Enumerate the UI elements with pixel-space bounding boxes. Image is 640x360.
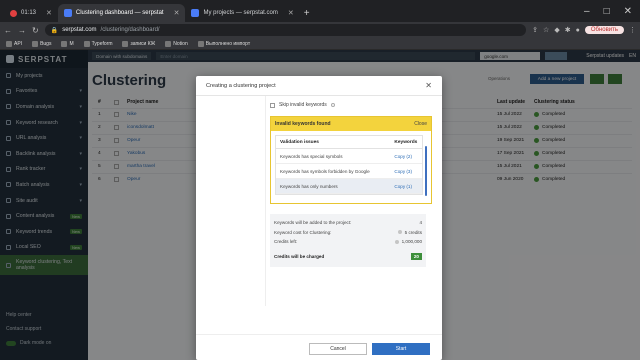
bookmarks-bar: API Bugs M Typeform записи КЖ Notion Вып… — [0, 38, 640, 50]
extension-icon[interactable]: ◆ — [554, 26, 559, 34]
start-button[interactable]: Start — [372, 343, 430, 355]
bookmark[interactable]: Bugs — [32, 40, 51, 47]
url-path: /clustering/dashboard/ — [100, 27, 160, 33]
serpstat-favicon — [63, 9, 72, 17]
close-icon[interactable]: ✕ — [174, 9, 180, 17]
serpstat-favicon — [191, 9, 200, 17]
close-icon[interactable]: ✕ — [288, 9, 294, 17]
puzzle-icon[interactable]: ✱ — [565, 26, 571, 34]
bookmark[interactable]: M — [61, 40, 74, 47]
dialog-footer: Cancel Start — [196, 334, 442, 360]
bookmark[interactable]: Notion — [165, 40, 188, 47]
close-icon[interactable]: ✕ — [425, 81, 432, 90]
bookmark[interactable]: записи КЖ — [122, 40, 155, 47]
keywords-added-line: Keywords will be added to the project: 4 — [274, 220, 422, 226]
validation-table-header: Validation issues Keywords — [276, 136, 422, 149]
close-icon[interactable]: ✕ — [46, 9, 52, 17]
credits-charged-line: Credits will be charged 20 — [274, 252, 422, 262]
new-tab-icon[interactable]: + — [304, 8, 310, 19]
invalid-keywords-alert: Invalid keywords found Close Validation … — [270, 116, 432, 204]
dialog-title: Creating a clustering project — [206, 82, 276, 89]
skip-invalid-keywords-option[interactable]: Skip invalid keywords — [270, 100, 432, 110]
extension-icons: ⇪ ☆ ◆ ✱ ● Обновить ⋮ — [532, 26, 636, 34]
bookmark[interactable]: Выполнено импорт — [197, 40, 250, 47]
url-domain: serpstat.com — [62, 27, 97, 33]
maximize-icon[interactable]: □ — [604, 6, 610, 17]
validation-row: Keywords has symbols forbidden by Google… — [276, 164, 422, 179]
share-icon[interactable]: ⇪ — [532, 26, 538, 34]
dialog-header: Creating a clustering project ✕ — [196, 76, 442, 96]
address-bar[interactable]: 🔒 serpstat.com/clustering/dashboard/ — [44, 24, 527, 36]
copy-keywords-link[interactable]: Copy (3) — [390, 169, 422, 174]
back-icon[interactable]: ← — [4, 26, 12, 35]
credits-left-line: Credits left: 1,000,000 — [274, 239, 422, 245]
star-icon[interactable]: ☆ — [543, 26, 549, 34]
alert-title: Invalid keywords found — [275, 121, 331, 127]
skip-invalid-checkbox[interactable] — [270, 102, 275, 108]
profile-icon[interactable]: ● — [576, 27, 580, 34]
record-icon — [10, 9, 17, 17]
browser-update-button[interactable]: Обновить — [584, 26, 624, 34]
serpstat-app: SERPSTAT My projects Favorites ▾ Domain a… — [0, 50, 640, 360]
dialog-steps-panel — [196, 96, 266, 306]
menu-icon[interactable]: ⋮ — [629, 26, 636, 34]
scrollbar[interactable] — [425, 146, 427, 196]
validation-row: Keywords has only numbers Copy (1) — [276, 179, 422, 194]
tab-clustering-dashboard[interactable]: Clustering dashboard — serpstat ✕ — [57, 4, 186, 22]
cancel-button[interactable]: Cancel — [309, 343, 367, 355]
bookmark[interactable]: Typeform — [83, 40, 112, 47]
validation-row: Keywords has special symbols Copy (2) — [276, 149, 422, 164]
window-controls: – □ ✕ — [584, 0, 632, 22]
bookmark[interactable]: API — [6, 40, 22, 47]
coin-icon — [397, 230, 402, 235]
alert-close-link[interactable]: Close — [414, 121, 427, 127]
minimize-icon[interactable]: – — [584, 6, 590, 17]
tab-label: Clustering dashboard — serpstat — [75, 10, 164, 16]
forward-icon[interactable]: → — [18, 26, 26, 35]
credits-summary: Keywords will be added to the project: 4… — [270, 214, 426, 267]
copy-keywords-link[interactable]: Copy (1) — [390, 184, 422, 189]
browser-toolbar: ← → ↻ 🔒 serpstat.com/clustering/dashboar… — [0, 22, 640, 38]
copy-keywords-link[interactable]: Copy (2) — [390, 154, 422, 159]
tab-my-projects[interactable]: My projects — serpstat.com ✕ — [185, 4, 299, 22]
keyword-cost-line: Keyword cost for Clustering: 5 credits — [274, 229, 422, 235]
create-clustering-project-dialog: Creating a clustering project ✕ Skip inv… — [196, 76, 442, 360]
validation-table: Validation issues Keywords Keywords has … — [275, 135, 427, 196]
lock-icon: 🔒 — [50, 27, 59, 34]
recording-tab[interactable]: 01:13 ✕ — [4, 4, 58, 22]
coin-icon — [394, 239, 399, 244]
info-icon[interactable] — [330, 103, 335, 107]
reload-icon[interactable]: ↻ — [32, 26, 39, 35]
recording-time: 01:13 — [21, 10, 37, 16]
alert-body: Validation issues Keywords Keywords has … — [271, 131, 431, 203]
close-window-icon[interactable]: ✕ — [624, 6, 632, 17]
credits-charged-badge: 20 — [410, 252, 422, 260]
tab-label: My projects — serpstat.com — [203, 10, 278, 16]
alert-header: Invalid keywords found Close — [271, 117, 431, 131]
dialog-body: Skip invalid keywords Invalid keywords f… — [270, 100, 432, 267]
browser-tab-strip: 01:13 ✕ Clustering dashboard — serpstat … — [0, 0, 640, 22]
